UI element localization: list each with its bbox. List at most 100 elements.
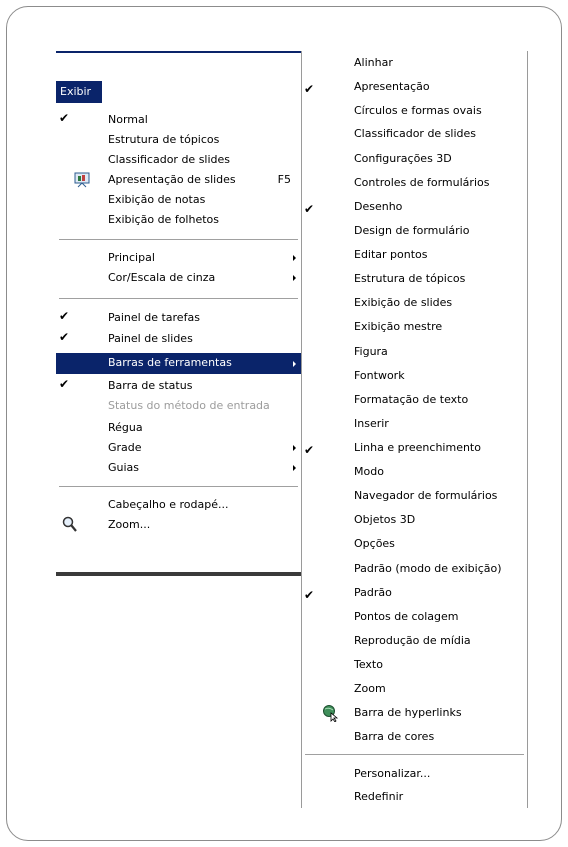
- document-background: [56, 576, 302, 808]
- menu-item-label: Reprodução de mídia: [354, 634, 471, 647]
- submenu-item-design-de-formulario[interactable]: Design de formulário: [302, 222, 527, 241]
- menu-item-label: Exibição de notas: [108, 193, 206, 206]
- menu-item-label: Personalizar...: [354, 767, 431, 780]
- menu-item-label: Barra de hyperlinks: [354, 706, 462, 719]
- submenu-item-inserir[interactable]: Inserir: [302, 415, 527, 434]
- submenu-item-barra-de-hyperlinks[interactable]: Barra de hyperlinks: [302, 704, 527, 723]
- menu-item-label: Status do método de entrada: [108, 399, 270, 412]
- submenu-item-zoom[interactable]: Zoom: [302, 680, 527, 699]
- menu-item-apresentacao-de-slides[interactable]: Apresentação de slides F5: [56, 171, 301, 190]
- menu-item-label: Configurações 3D: [354, 152, 452, 165]
- menu-item-cabecalho-e-rodape[interactable]: Cabeçalho e rodapé...: [56, 496, 301, 515]
- menu-separator: [59, 298, 298, 300]
- menu-item-label: Cabeçalho e rodapé...: [108, 498, 229, 511]
- submenu-item-desenho[interactable]: ✔ Desenho: [302, 198, 527, 217]
- submenu-item-configuracoes-3d[interactable]: Configurações 3D: [302, 150, 527, 169]
- menu-item-exibicao-de-notas[interactable]: Exibição de notas: [56, 191, 301, 210]
- menu-item-classificador-de-slides[interactable]: Classificador de slides: [56, 151, 301, 170]
- checkmark-icon: ✔: [304, 588, 315, 602]
- menu-item-label: Pontos de colagem: [354, 610, 459, 623]
- menu-item-label: Apresentação de slides: [108, 173, 236, 186]
- menu-item-label: Exibição de folhetos: [108, 213, 219, 226]
- submenu-arrow-icon: [293, 445, 296, 451]
- menu-item-principal[interactable]: Principal: [56, 249, 301, 268]
- submenu-item-pontos-de-colagem[interactable]: Pontos de colagem: [302, 608, 527, 627]
- menu-item-barra-de-status[interactable]: ✔ Barra de status: [56, 377, 301, 396]
- checkmark-icon: ✔: [304, 202, 315, 216]
- menu-separator: [305, 754, 524, 756]
- submenu-item-fontwork[interactable]: Fontwork: [302, 367, 527, 386]
- menu-item-label: Estrutura de tópicos: [108, 133, 220, 146]
- submenu-arrow-icon: [293, 361, 296, 367]
- submenu-item-barra-de-cores[interactable]: Barra de cores: [302, 728, 527, 747]
- menu-item-label: Círculos e formas ovais: [354, 104, 482, 117]
- submenu-item-linha-e-preenchimento[interactable]: ✔ Linha e preenchimento: [302, 439, 527, 458]
- submenu-item-exibicao-de-slides[interactable]: Exibição de slides: [302, 294, 527, 313]
- submenu-item-objetos-3d[interactable]: Objetos 3D: [302, 511, 527, 530]
- submenu-item-controles-de-formularios[interactable]: Controles de formulários: [302, 174, 527, 193]
- menu-item-label: Estrutura de tópicos: [354, 272, 466, 285]
- menu-item-label: Principal: [108, 251, 155, 264]
- menu-item-label: Design de formulário: [354, 224, 470, 237]
- menu-separator: [59, 239, 298, 241]
- menu-item-label: Barras de ferramentas: [108, 356, 232, 369]
- submenu-item-estrutura-de-topicos[interactable]: Estrutura de tópicos: [302, 270, 527, 289]
- menu-item-cor-escala-de-cinza[interactable]: Cor/Escala de cinza: [56, 269, 301, 288]
- menu-item-label: Barra de status: [108, 379, 193, 392]
- menu-item-label: Classificador de slides: [354, 127, 477, 140]
- menu-item-normal[interactable]: ✔ Normal: [56, 111, 301, 130]
- submenu-item-formatacao-de-texto[interactable]: Formatação de texto: [302, 391, 527, 410]
- menu-item-regua[interactable]: Régua: [56, 419, 301, 438]
- menu-item-painel-de-slides[interactable]: ✔ Painel de slides: [56, 330, 301, 349]
- submenu-item-personalizar[interactable]: Personalizar...: [302, 765, 527, 784]
- menu-item-label: Modo: [354, 465, 384, 478]
- menu-separator: [59, 486, 298, 488]
- menu-item-guias[interactable]: Guias: [56, 459, 301, 478]
- menu-item-label: Padrão (modo de exibição): [354, 562, 502, 575]
- submenu-item-figura[interactable]: Figura: [302, 343, 527, 362]
- checkmark-icon: ✔: [59, 377, 70, 391]
- menu-item-grade[interactable]: Grade: [56, 439, 301, 458]
- menu-item-label: Grade: [108, 441, 142, 454]
- menu-item-label: Texto: [354, 658, 383, 671]
- submenu-item-padrao[interactable]: ✔ Padrão: [302, 584, 527, 603]
- menu-item-painel-de-tarefas[interactable]: ✔ Painel de tarefas: [56, 309, 301, 328]
- menu-item-estrutura-de-topicos[interactable]: Estrutura de tópicos: [56, 131, 301, 150]
- submenu-arrow-icon: [293, 465, 296, 471]
- submenu-item-padrao-modo-de-exibicao[interactable]: Padrão (modo de exibição): [302, 560, 527, 579]
- submenu-item-editar-pontos[interactable]: Editar pontos: [302, 246, 527, 265]
- menu-item-label: Apresentação: [354, 80, 430, 93]
- zoom-magnifier-icon: [62, 516, 77, 532]
- menu-item-zoom[interactable]: Zoom...: [56, 516, 301, 535]
- menu-item-label: Figura: [354, 345, 388, 358]
- submenu-item-reproducao-de-midia[interactable]: Reprodução de mídia: [302, 632, 527, 651]
- barras-de-ferramentas-submenu: Alinhar ✔ Apresentação Círculos e formas…: [301, 51, 528, 808]
- checkmark-icon: ✔: [59, 111, 70, 125]
- menu-item-label: Alinhar: [354, 56, 393, 69]
- screenshot-area: Exibir ✔ Normal Estrutura de tópicos Cla…: [56, 51, 528, 808]
- menu-exibir[interactable]: Exibir: [56, 81, 102, 103]
- submenu-item-navegador-de-formularios[interactable]: Navegador de formulários: [302, 487, 527, 506]
- menu-item-label: Zoom: [354, 682, 386, 695]
- menu-item-label: Exibição mestre: [354, 320, 443, 333]
- submenu-item-exibicao-mestre[interactable]: Exibição mestre: [302, 318, 527, 337]
- submenu-item-classificador-de-slides[interactable]: Classificador de slides: [302, 125, 527, 144]
- menu-item-barras-de-ferramentas[interactable]: Barras de ferramentas: [56, 353, 301, 374]
- submenu-arrow-icon: [293, 255, 296, 261]
- submenu-item-modo[interactable]: Modo: [302, 463, 527, 482]
- submenu-item-alinhar[interactable]: Alinhar: [302, 54, 527, 73]
- menu-item-label: Formatação de texto: [354, 393, 469, 406]
- checkmark-icon: ✔: [304, 443, 315, 457]
- submenu-arrow-icon: [293, 275, 296, 281]
- submenu-item-circulos-e-formas-ovais[interactable]: Círculos e formas ovais: [302, 102, 527, 121]
- menu-item-label: Linha e preenchimento: [354, 441, 481, 454]
- menu-item-exibicao-de-folhetos[interactable]: Exibição de folhetos: [56, 211, 301, 230]
- menu-item-status-do-metodo-de-entrada: Status do método de entrada: [56, 397, 301, 416]
- submenu-item-texto[interactable]: Texto: [302, 656, 527, 675]
- menu-item-label: Opções: [354, 537, 395, 550]
- submenu-item-opcoes[interactable]: Opções: [302, 535, 527, 554]
- submenu-item-redefinir[interactable]: Redefinir: [302, 788, 527, 807]
- menu-item-label: Redefinir: [354, 790, 404, 803]
- menu-item-label: Desenho: [354, 200, 403, 213]
- submenu-item-apresentacao[interactable]: ✔ Apresentação: [302, 78, 527, 97]
